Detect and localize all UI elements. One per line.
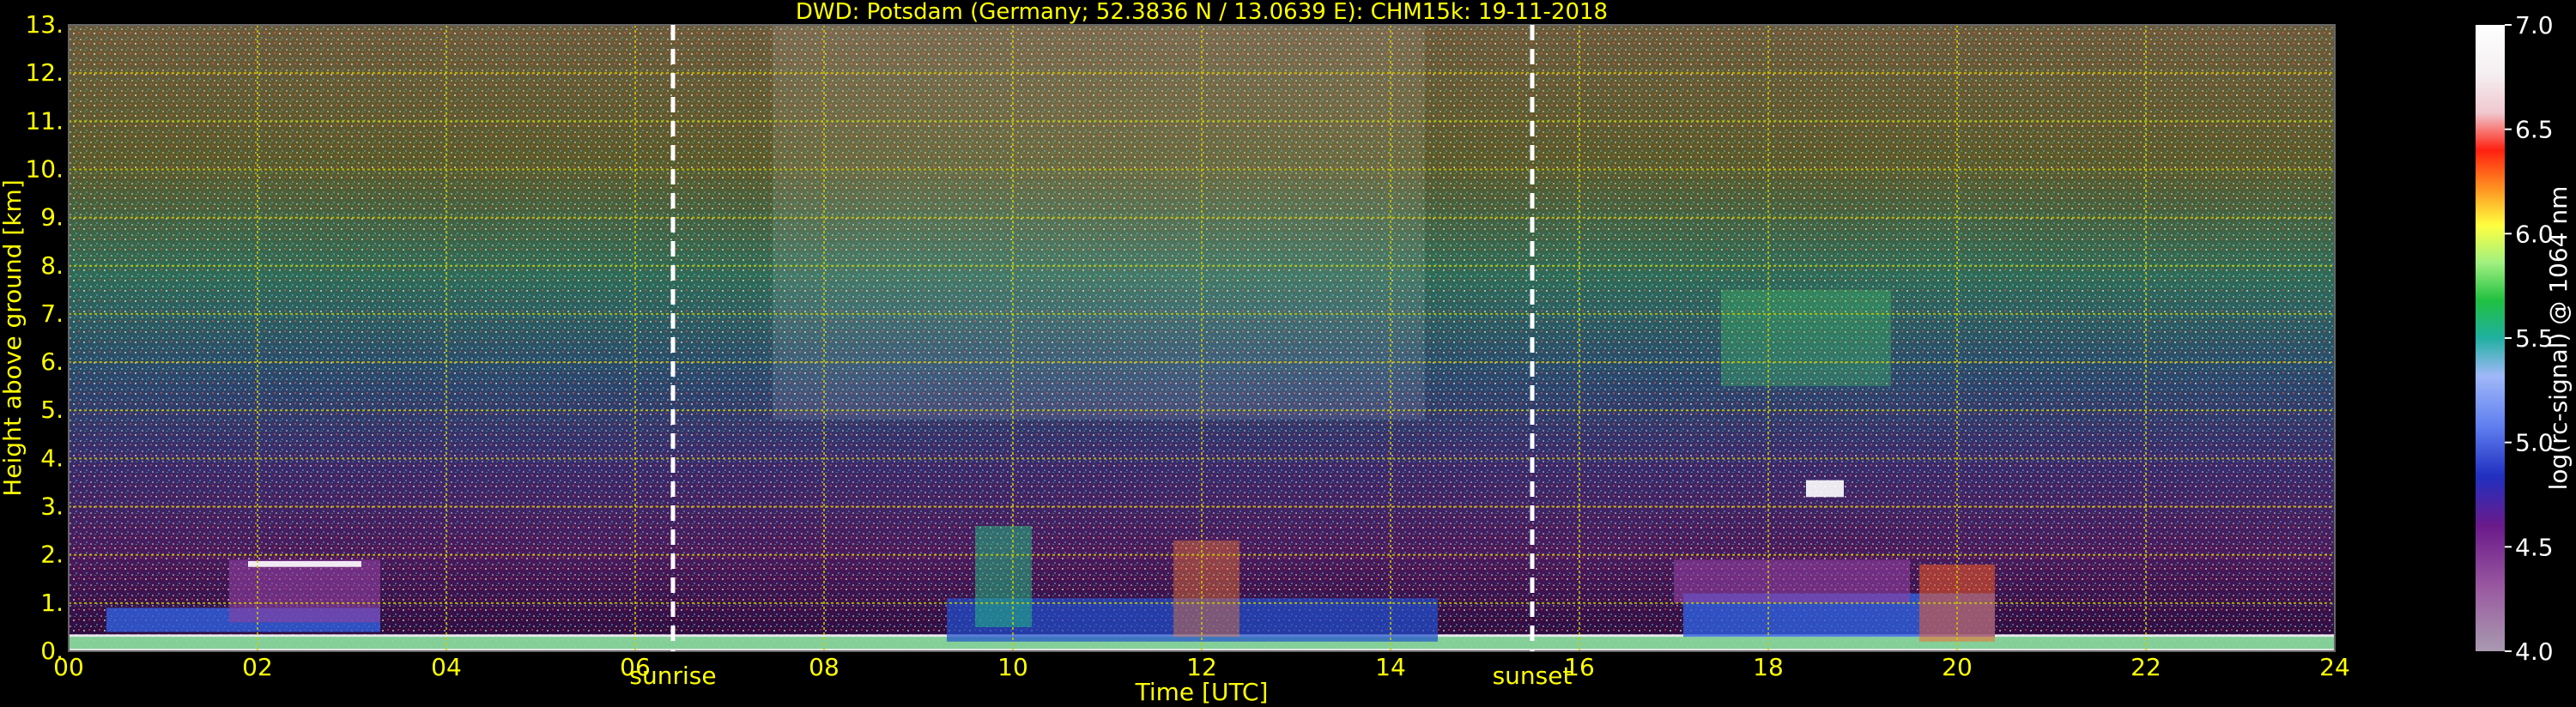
- y-tick-label: 13.: [25, 10, 64, 39]
- x-tick-label: 00: [53, 653, 84, 681]
- y-tick-label: 12.: [25, 58, 64, 87]
- chart-title: DWD: Potsdam (Germany; 52.3836 N / 13.06…: [796, 0, 1608, 25]
- x-axis-label: Time [UTC]: [1135, 678, 1269, 706]
- y-tick-label: 1.: [40, 589, 64, 617]
- ceilometer-chart: sunrise sunset 0.1.2.3.4.5.6.7.8.9.10.11.…: [0, 0, 2573, 706]
- y-tick-label: 11.: [25, 106, 64, 135]
- colorbar-tick-label: 4.5: [2515, 533, 2554, 561]
- x-tick-label: 02: [242, 653, 273, 681]
- y-tick-label: 6.: [40, 347, 64, 376]
- colorbar: 4.04.55.05.56.06.57.0 log(rc-signal) @ 1…: [2476, 11, 2573, 666]
- sunset-label: sunset: [1493, 662, 1573, 690]
- x-tick-label: 04: [431, 653, 462, 681]
- x-tick-label: 10: [997, 653, 1028, 681]
- colorbar-tick-label: 4.0: [2515, 638, 2554, 666]
- y-tick-label: 9.: [40, 203, 64, 232]
- y-tick-labels: 0.1.2.3.4.5.6.7.8.9.10.11.12.13.: [25, 10, 64, 665]
- x-tick-label: 06: [620, 653, 651, 681]
- x-tick-label: 14: [1375, 653, 1406, 681]
- y-tick-label: 4.: [40, 444, 64, 472]
- backscatter-layer: [1721, 289, 1891, 387]
- x-tick-label: 08: [809, 653, 839, 681]
- x-tick-label: 16: [1564, 653, 1595, 681]
- backscatter-layer: [248, 560, 361, 567]
- backscatter-layer: [1674, 559, 1910, 603]
- y-tick-label: 3.: [40, 492, 64, 521]
- x-tick-label: 22: [2131, 653, 2161, 681]
- colorbar-scale: [2476, 25, 2505, 651]
- x-tick-label: 20: [1942, 653, 1973, 681]
- y-tick-label: 8.: [40, 251, 64, 280]
- backscatter-layer: [975, 526, 1032, 627]
- midday-noise-band: [773, 25, 1425, 420]
- y-axis-label: Height above ground [km]: [0, 179, 27, 497]
- y-tick-label: 10.: [25, 154, 64, 183]
- backscatter-layer: [229, 559, 380, 623]
- y-tick-label: 5.: [40, 396, 64, 424]
- y-tick-label: 7.: [40, 299, 64, 328]
- x-tick-label: 24: [2319, 653, 2350, 681]
- x-tick-label: 18: [1753, 653, 1784, 681]
- colorbar-tick-label: 6.5: [2515, 116, 2554, 144]
- backscatter-layer: [1806, 480, 1844, 498]
- colorbar-tick-label: 7.0: [2515, 11, 2554, 39]
- y-tick-label: 2.: [40, 541, 64, 569]
- colorbar-label: log(rc-signal) @ 1064 nm: [2544, 186, 2573, 491]
